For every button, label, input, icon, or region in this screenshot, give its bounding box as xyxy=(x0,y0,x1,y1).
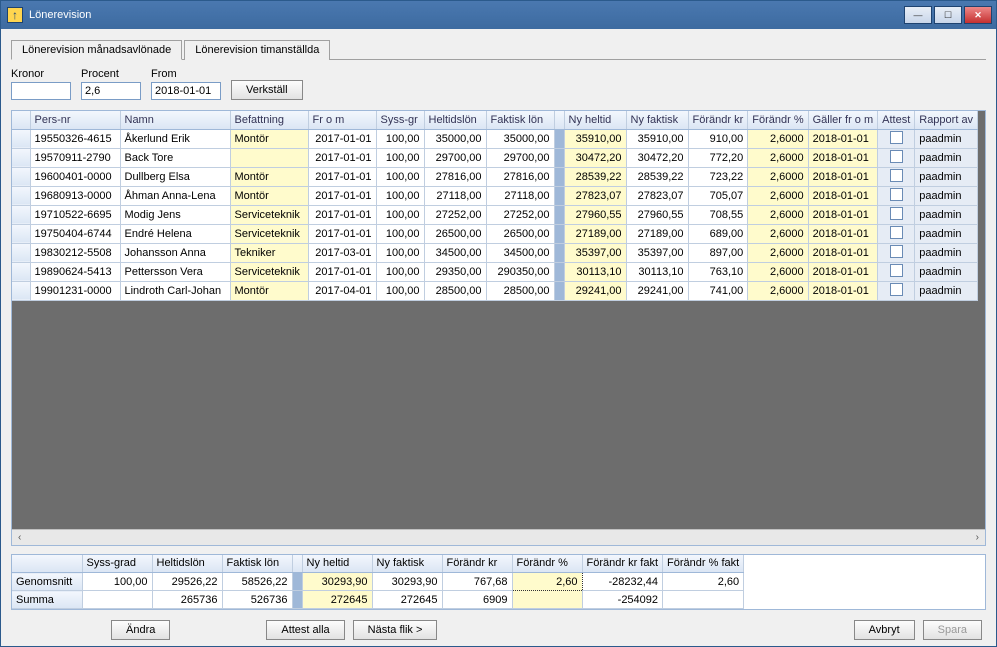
summary-col-header: Förändr kr xyxy=(442,555,512,573)
col-header[interactable]: Fr o m xyxy=(308,111,376,129)
attest-checkbox[interactable] xyxy=(890,245,903,258)
app-icon: ↑ xyxy=(7,7,23,23)
maximize-button[interactable]: ☐ xyxy=(934,6,962,24)
table-row[interactable]: 19680913-0000Åhman Anna-LenaMontör2017-0… xyxy=(12,186,978,205)
col-header[interactable]: Pers-nr xyxy=(30,111,120,129)
andra-button[interactable]: Ändra xyxy=(111,620,170,640)
summary-col-header: Syss-grad xyxy=(82,555,152,573)
table-row[interactable]: 19830212-5508Johansson AnnaTekniker2017-… xyxy=(12,243,978,262)
nasta-flik-button[interactable]: Nästa flik > xyxy=(353,620,438,640)
summary-col-header: Ny faktisk xyxy=(372,555,442,573)
summary-col-header xyxy=(12,555,82,573)
scroll-right-icon[interactable]: › xyxy=(972,532,983,543)
scroll-left-icon[interactable]: ‹ xyxy=(14,532,25,543)
summary-col-header xyxy=(292,555,302,573)
col-header[interactable]: Rapport av xyxy=(915,111,978,129)
main-grid: Pers-nrNamnBefattningFr o mSyss-grHeltid… xyxy=(11,110,986,546)
attest-checkbox[interactable] xyxy=(890,150,903,163)
table-row[interactable]: 19901231-0000Lindroth Carl-JohanMontör20… xyxy=(12,281,978,300)
from-input[interactable] xyxy=(151,82,221,100)
attest-checkbox[interactable] xyxy=(890,207,903,220)
client-area: Lönerevision månadsavlönade Lönerevision… xyxy=(1,29,996,646)
col-header[interactable] xyxy=(554,111,564,129)
titlebar: ↑ Lönerevision — ☐ ✕ xyxy=(1,1,996,29)
table-row[interactable]: 19600401-0000Dullberg ElsaMontör2017-01-… xyxy=(12,167,978,186)
summary-row: Summa2657365267362726452726456909-254092 xyxy=(12,591,744,609)
summary-col-header: Förändr kr fakt xyxy=(582,555,663,573)
summary-grid: Syss-gradHeltidslönFaktisk lön Ny heltidN… xyxy=(11,554,986,611)
kronor-label: Kronor xyxy=(11,68,71,80)
filter-row: Kronor Procent From Verkställ xyxy=(11,68,986,100)
window-controls: — ☐ ✕ xyxy=(904,6,992,24)
col-header[interactable]: Syss-gr xyxy=(376,111,424,129)
procent-label: Procent xyxy=(81,68,141,80)
bottom-bar: Ändra Attest alla Nästa flik > Avbryt Sp… xyxy=(11,614,986,642)
minimize-button[interactable]: — xyxy=(904,6,932,24)
main-grid-table[interactable]: Pers-nrNamnBefattningFr o mSyss-grHeltid… xyxy=(12,111,978,301)
col-header[interactable]: Förändr % xyxy=(748,111,808,129)
horizontal-scrollbar[interactable]: ‹ › xyxy=(12,529,985,545)
summary-col-header: Heltidslön xyxy=(152,555,222,573)
table-row[interactable]: 19750404-6744Endré HelenaServiceteknik20… xyxy=(12,224,978,243)
col-header[interactable]: Ny heltid xyxy=(564,111,626,129)
verkstall-button[interactable]: Verkställ xyxy=(231,80,303,100)
tab-manadsavlonade[interactable]: Lönerevision månadsavlönade xyxy=(11,40,182,60)
kronor-input[interactable] xyxy=(11,82,71,100)
table-row[interactable]: 19550326-4615Åkerlund ErikMontör2017-01-… xyxy=(12,129,978,148)
procent-input[interactable] xyxy=(81,82,141,100)
avbryt-button[interactable]: Avbryt xyxy=(854,620,915,640)
table-row[interactable]: 19710522-6695Modig JensServiceteknik2017… xyxy=(12,205,978,224)
attest-checkbox[interactable] xyxy=(890,169,903,182)
tab-timanstallda[interactable]: Lönerevision timanställda xyxy=(184,40,330,60)
attest-alla-button[interactable]: Attest alla xyxy=(266,620,344,640)
summary-col-header: Faktisk lön xyxy=(222,555,292,573)
attest-checkbox[interactable] xyxy=(890,264,903,277)
summary-col-header: Förändr % fakt xyxy=(663,555,744,573)
summary-row: Genomsnitt100,0029526,2258526,2230293,90… xyxy=(12,573,744,591)
col-header[interactable]: Befattning xyxy=(230,111,308,129)
col-header[interactable]: Förändr kr xyxy=(688,111,748,129)
window: ↑ Lönerevision — ☐ ✕ Lönerevision månads… xyxy=(0,0,997,647)
close-button[interactable]: ✕ xyxy=(964,6,992,24)
summary-table: Syss-gradHeltidslönFaktisk lön Ny heltidN… xyxy=(12,555,744,610)
spara-button[interactable]: Spara xyxy=(923,620,982,640)
from-label: From xyxy=(151,68,221,80)
attest-checkbox[interactable] xyxy=(890,283,903,296)
summary-col-header: Förändr % xyxy=(512,555,582,573)
col-header[interactable]: Namn xyxy=(120,111,230,129)
col-header[interactable]: Ny faktisk xyxy=(626,111,688,129)
col-header[interactable]: Heltidslön xyxy=(424,111,486,129)
summary-col-header: Ny heltid xyxy=(302,555,372,573)
col-header[interactable]: Gäller fr o m xyxy=(808,111,878,129)
attest-checkbox[interactable] xyxy=(890,226,903,239)
attest-checkbox[interactable] xyxy=(890,131,903,144)
window-title: Lönerevision xyxy=(29,9,904,21)
col-header[interactable]: Attest xyxy=(878,111,915,129)
table-row[interactable]: 19890624-5413Pettersson VeraServicetekni… xyxy=(12,262,978,281)
attest-checkbox[interactable] xyxy=(890,188,903,201)
tabs: Lönerevision månadsavlönade Lönerevision… xyxy=(11,39,986,60)
table-row[interactable]: 19570911-2790Back Tore2017-01-01100,0029… xyxy=(12,148,978,167)
col-header[interactable]: Faktisk lön xyxy=(486,111,554,129)
